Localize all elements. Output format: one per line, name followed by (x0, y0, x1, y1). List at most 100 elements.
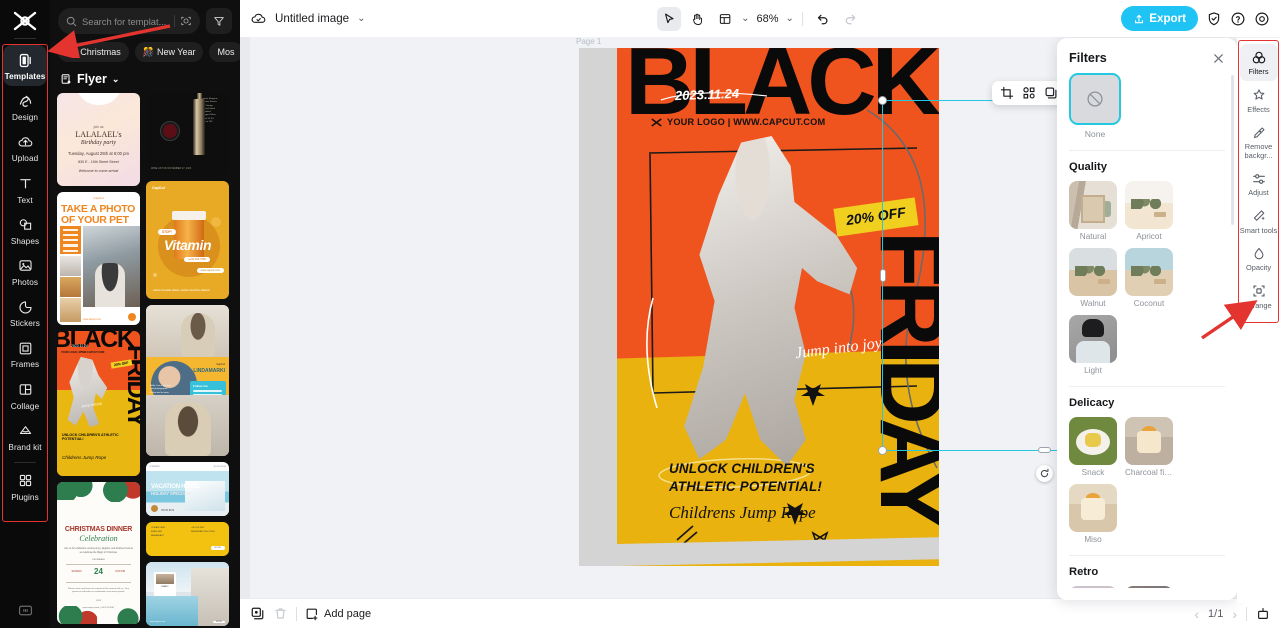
poster-design[interactable]: BLACK 2023.11.24 YOUR LOGO | WWW.CAPCUT.… (617, 48, 939, 566)
delete-icon[interactable] (273, 606, 288, 621)
template-art (83, 225, 140, 307)
capcut-logo[interactable] (8, 8, 42, 34)
sidebar-item-label: Stickers (10, 319, 40, 329)
filter-button[interactable] (206, 8, 232, 34)
undo-button[interactable] (811, 7, 835, 31)
present-icon[interactable] (1256, 607, 1270, 621)
sidebar-item-collage[interactable]: Collage (3, 375, 47, 416)
filter-carmel[interactable]: Carmel (1069, 586, 1117, 588)
category-header[interactable]: Flyer ⌄ (50, 70, 240, 93)
sidebar-items: Templates Design Upload Text Shapes Phot… (0, 45, 50, 507)
editor-stage: Untitled image ⌄ ⌄ 68% ⌄ Export Page 1 B… (240, 0, 1280, 628)
template-card[interactable]: CapCut LINDAMARKI Follow me Hello, I am … (146, 304, 229, 457)
tool-effects[interactable]: Effects (1240, 82, 1278, 119)
filters-panel-title: Filters (1069, 51, 1107, 65)
sidebar-item-label: Photos (11, 277, 39, 287)
filter-miami[interactable]: Miami (1125, 586, 1173, 588)
sidebar-item-stickers[interactable]: Stickers (3, 292, 47, 333)
filter-light[interactable]: Light (1069, 315, 1117, 375)
filter-snack[interactable]: Snack (1069, 417, 1117, 477)
filter-thumbnail (1069, 315, 1117, 363)
chip-most-popular[interactable]: Mos (209, 42, 240, 62)
layout-tool-button[interactable] (713, 7, 737, 31)
zoom-chevron-icon[interactable]: ⌄ (786, 13, 794, 24)
chip-christmas[interactable]: 🎄 Christmas (58, 42, 129, 62)
add-page-button[interactable]: Add page (305, 607, 371, 621)
template-text: SUNDAY (71, 569, 83, 573)
template-art: MORE (213, 621, 225, 624)
close-icon[interactable] (1212, 52, 1225, 65)
filter-walnut[interactable]: Walnut (1069, 248, 1117, 308)
rotate-handle[interactable] (1036, 465, 1053, 482)
cursor-tool-button[interactable] (657, 6, 682, 31)
template-card[interactable]: CHRISTMAS DINNER Celebration Join us for… (57, 481, 140, 624)
template-card[interactable]: join us LALALAEL's Birthday party Tuesda… (57, 93, 140, 186)
magic-cutout-icon[interactable] (1019, 83, 1039, 103)
settings-icon[interactable] (1254, 11, 1270, 27)
sidebar-item-upload[interactable]: Upload (3, 127, 47, 168)
sidebar-item-plugins[interactable]: Plugins (3, 466, 47, 507)
template-card[interactable]: CapCut Vitamin STOP! (+23) 456-7988 www.… (146, 181, 229, 299)
sidebar-item-design[interactable]: Design (3, 86, 47, 127)
bottom-divider (296, 606, 297, 621)
filters-panel: Filters None Quality Natural Apricot Wal… (1057, 38, 1237, 600)
poster-logo-text: YOUR LOGO | WWW.CAPCUT.COM (667, 117, 826, 127)
filters-scrollbar[interactable] (1231, 75, 1234, 225)
sidebar-item-photos[interactable]: Photos (3, 251, 47, 292)
filter-miso[interactable]: Miso (1069, 484, 1117, 544)
templates-icon (16, 51, 34, 69)
tool-opacity[interactable]: Opacity (1240, 240, 1278, 277)
filter-label: Apricot (1136, 232, 1162, 241)
template-card[interactable]: CapCut TAKE A PHOTO OF YOUR PET www.capc… (57, 191, 140, 325)
chip-new-year[interactable]: 🎊 New Year (134, 42, 204, 62)
sidebar-item-frames[interactable]: Frames (3, 333, 47, 374)
chevron-down-icon[interactable]: ⌄ (357, 13, 365, 24)
template-card[interactable]: FAMILY www.capcut.com MORE (146, 562, 229, 627)
zoom-level[interactable]: 68% (753, 13, 781, 25)
template-card[interactable]: OCEAN VIEW FREE WIFI BREAKFAST +00 123 456… (146, 521, 229, 557)
tool-label: Adjust (1248, 188, 1269, 198)
toolbar-right-group: Export (1121, 6, 1270, 31)
tool-arrange[interactable]: Arrange (1240, 278, 1278, 315)
tool-filters[interactable]: Filters (1239, 44, 1278, 81)
search-input[interactable]: Search for templat... (58, 8, 200, 34)
crop-icon[interactable] (997, 83, 1017, 103)
tool-smart-tools[interactable]: Smart tools (1240, 203, 1278, 240)
template-card[interactable]: BLACK 2023.11.24 YOUR LOGO | WWW.CAPCUT.… (57, 330, 140, 476)
handle-bottom-middle[interactable] (1038, 447, 1051, 453)
next-page-button[interactable]: › (1232, 606, 1237, 622)
artboard[interactable]: BLACK 2023.11.24 YOUR LOGO | WWW.CAPCUT.… (579, 48, 939, 566)
export-button[interactable]: Export (1121, 6, 1198, 31)
filter-none[interactable]: None (1069, 73, 1127, 139)
document-title-group[interactable]: Untitled image ⌄ (250, 10, 366, 27)
hand-tool-button[interactable] (685, 7, 709, 31)
help-icon[interactable] (1230, 11, 1246, 27)
tool-remove-background[interactable]: Remove backgr... (1240, 119, 1278, 164)
sidebar-item-label: Shapes (10, 236, 40, 246)
workspace-icon[interactable] (17, 603, 34, 618)
duplicate-page-icon[interactable] (250, 606, 265, 621)
template-text: Childrens Jump Rope (62, 454, 107, 460)
export-icon (1133, 13, 1145, 25)
template-card[interactable]: Chateau Margaux Bordeaux France 2015 Vinta… (146, 93, 229, 176)
filter-natural[interactable]: Natural (1069, 181, 1117, 241)
filter-apricot[interactable]: Apricot (1125, 181, 1173, 241)
sidebar-item-text[interactable]: Text (3, 169, 47, 210)
filters-panel-body[interactable]: None Quality Natural Apricot Walnut Coco… (1057, 73, 1237, 588)
redo-icon (843, 11, 858, 26)
shield-icon[interactable] (1206, 11, 1222, 27)
sidebar-item-brand-kit[interactable]: Brand kit (3, 416, 47, 457)
tool-adjust[interactable]: Adjust (1240, 165, 1278, 202)
filter-coconut[interactable]: Coconut (1125, 248, 1173, 308)
redo-button[interactable] (839, 7, 863, 31)
sidebar-item-templates[interactable]: Templates (3, 45, 47, 87)
hand-icon (690, 12, 704, 26)
template-text: www.capcut.com | +00 123 4567 (82, 606, 115, 609)
image-search-icon[interactable] (180, 15, 192, 27)
cloud-saved-icon (250, 10, 267, 27)
template-card[interactable]: COMPANY BOOK NOW VACATION HOTEL HOLIDAY S… (146, 462, 229, 516)
layout-chevron-icon[interactable]: ⌄ (741, 13, 749, 24)
filter-charcoal-fire[interactable]: Charcoal fir... (1125, 417, 1173, 477)
sidebar-item-shapes[interactable]: Shapes (3, 210, 47, 251)
prev-page-button[interactable]: ‹ (1194, 606, 1199, 622)
